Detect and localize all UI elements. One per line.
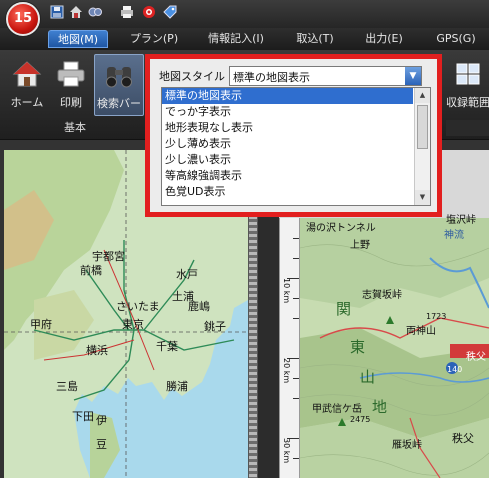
ruler-tick [293,258,299,259]
tab-gps[interactable]: GPS(G) [428,30,484,48]
map-label: 下田 [72,410,94,423]
coverage-button[interactable]: 収録範囲 [446,54,489,116]
ruler-label: 20 km [282,358,291,384]
scroll-up-arrow-icon[interactable]: ▲ [415,88,430,103]
map-style-label: 地図スタイル [159,70,225,83]
home-icon [12,60,42,88]
app-logo[interactable]: 15 [6,2,40,36]
map-style-option[interactable]: 標準の地図表示 [162,88,413,104]
map-label: 山 [360,368,376,386]
ruler-tick [293,398,299,399]
search-tool-icon[interactable] [88,5,102,19]
print-button[interactable]: 印刷 [52,54,90,116]
map-label: さいたま [116,300,160,313]
binoculars-icon [104,61,134,89]
grid-icon [453,60,483,88]
scroll-thumb[interactable] [417,105,428,149]
map-label: 三島 [56,380,78,393]
map-label: 秩父 [452,432,474,445]
ruler-tick [293,378,299,379]
map-label: 2475 [350,415,371,424]
print-button-label: 印刷 [60,96,82,109]
map-label: 1723 [426,312,447,321]
map-style-selected-value: 標準の地図表示 [233,71,310,84]
tab-import[interactable]: 取込(T) [286,30,344,48]
map-label: 横浜 [86,344,108,357]
map-label: 鹿嶋 [188,300,210,313]
chevron-down-icon[interactable]: ▼ [405,67,421,85]
ruler-label: 10 km [282,278,291,304]
menu-bar: 地図(M) プラン(P) 情報記入(I) 取込(T) 出力(E) GPS(G) [0,28,489,50]
map-style-highlight: 地図スタイル 標準の地図表示 ▼ 標準の地図表示 でっか字表示 地形表現なし表示… [145,54,442,217]
tab-map[interactable]: 地図(M) [48,30,108,48]
map-label: 甲武信ケ岳 [312,404,362,415]
map-label: 豆 [96,438,107,451]
map-label: 東 [350,338,366,356]
ruler-tick [293,298,299,299]
home-button-label: ホーム [10,96,44,109]
map-style-options-list[interactable]: 標準の地図表示 でっか字表示 地形表現なし表示 少し薄め表示 少し濃い表示 等高… [161,87,431,206]
map-label: 塩沢峠 [446,215,476,226]
map-label: 伊 [96,414,107,427]
map-label: 勝浦 [166,380,188,393]
ruler-tick [293,238,299,239]
ruler-label: 30 km [282,438,291,464]
ruler-tick [293,318,299,319]
map-label: 湯の沢トンネル [306,223,376,234]
options-scrollbar[interactable]: ▲ ▼ [414,88,430,205]
map-label: 志賀坂峠 [362,290,402,301]
target-icon[interactable] [142,5,156,19]
save-icon[interactable] [50,5,64,19]
distance-ruler: 10 km 20 km 30 km [279,218,300,478]
map-label: 関 [336,300,352,318]
map-label: 東京 [122,318,144,331]
tag-icon[interactable] [163,5,177,19]
coverage-button-label: 収録範囲 [446,96,489,109]
map-label: 上野 [350,240,370,251]
print-icon[interactable] [120,5,134,19]
app-window: 15 地図(M) プラン(P) 情報記入(I) 取込(T) 出力(E) GPS(… [0,0,489,478]
ribbon-group-label: 基本 [64,121,86,134]
map-label: 雁坂峠 [392,440,422,451]
home-button[interactable]: ホーム [6,54,48,116]
ruler-tick [293,458,299,459]
map-label: 両神山 [406,326,436,337]
map-style-option[interactable]: 少し薄め表示 [162,136,413,152]
ribbon-group-footer [446,120,489,136]
search-bar-button[interactable]: 検索バー [94,54,144,116]
search-bar-button-label: 検索バー [97,97,141,110]
map-label: 地 [372,398,388,416]
map-style-select[interactable]: 標準の地図表示 ▼ [229,66,422,86]
map-style-option[interactable]: 地形表現なし表示 [162,120,413,136]
map-label: 銚子 [204,320,226,333]
map-label: 甲府 [30,318,52,331]
map-label: 千葉 [156,340,178,353]
route-number-badge: 140 [447,365,463,374]
map-style-panel: 地図スタイル 標準の地図表示 ▼ 標準の地図表示 でっか字表示 地形表現なし表示… [150,59,437,212]
map-style-option[interactable]: でっか字表示 [162,104,413,120]
tab-export[interactable]: 出力(E) [358,30,410,48]
map-label: 水戸 [176,268,198,281]
map-style-option[interactable]: 色覚UD表示 [162,184,413,200]
map-label: 前橋 [80,264,102,277]
home-icon[interactable] [69,5,83,19]
printer-icon [56,60,86,88]
map-style-option[interactable]: 等高線強調表示 [162,168,413,184]
tab-info-entry[interactable]: 情報記入(I) [196,30,276,48]
tab-plan[interactable]: プラン(P) [120,30,188,48]
map-label: 秩父 [466,352,486,363]
map-style-option[interactable]: 少し濃い表示 [162,152,413,168]
title-bar: 15 [0,0,489,36]
map-label: 神流 [444,230,464,241]
scroll-down-arrow-icon[interactable]: ▼ [415,190,430,205]
